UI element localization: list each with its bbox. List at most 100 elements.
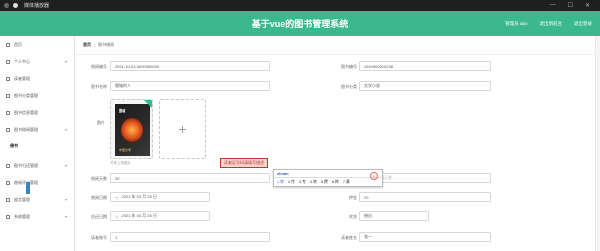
upload-hint: 书本上传图片 [110, 161, 131, 165]
category-icon [6, 93, 10, 98]
sidebar-item-label: 图书借阅管理 [14, 126, 38, 132]
book-no-field[interactable]: 1910900010238 [359, 61, 491, 71]
cover-art [121, 118, 143, 142]
return-date-value: 2021 年 04 月 25 日 [121, 213, 157, 218]
sidebar-item-borrowing[interactable]: 图书借阅管理 ▾ [0, 121, 74, 138]
upload-button[interactable]: + [159, 99, 206, 159]
deposit-label: 押金 [349, 195, 357, 200]
breadcrumb-separator: / [94, 42, 96, 48]
validation-tooltip: 读者证号码请填写描述 [220, 158, 268, 168]
reader-icon [6, 76, 10, 81]
sidebar-item-label: 图书分类管理 [14, 92, 38, 98]
category-label: 图书分类 [341, 84, 357, 89]
borrow-days-field[interactable]: 30 [110, 173, 270, 183]
book-no-value: 1910900010238 [364, 63, 393, 69]
exit-to-front-link[interactable]: 退出到前台 [540, 21, 563, 27]
window-title: 媒体播放器 [24, 3, 50, 9]
reader-no-label: 读者账号 [91, 235, 107, 240]
borrow-icon [6, 127, 10, 132]
ime-candidate[interactable]: 2.传 [288, 180, 295, 185]
reader-name-field[interactable]: 张一 [359, 232, 491, 242]
user-icon [6, 59, 10, 64]
sidebar-item-label: 借书 [10, 142, 18, 148]
sidebar-subitem-borrow[interactable]: 借书 [0, 138, 74, 153]
chevron-down-icon: ▾ [64, 197, 67, 202]
chevron-up-icon: ▾ [64, 127, 67, 132]
breadcrumb-current: 图书借阅 [98, 42, 115, 47]
cover-image[interactable]: 围城 中国文学 [110, 99, 153, 159]
borrow-no-label: 借阅编号 [91, 64, 107, 69]
return-icon [6, 163, 10, 168]
window-titlebar: 媒体播放器 — ☐ ✕ [0, 0, 600, 11]
minimize-button[interactable]: — [550, 2, 556, 9]
status-value: 借出 [364, 213, 372, 218]
book-cover-subtitle: 中国文学 [119, 148, 132, 152]
book-no-label: 图书编号 [341, 64, 357, 69]
breadcrumb-home[interactable]: 首页 [83, 42, 91, 48]
ime-logo-icon: S [370, 172, 378, 180]
borrow-no-value: 2021-10-03-0000000000 [115, 63, 160, 69]
scrollbar[interactable] [595, 36, 600, 251]
deposit-value: 20 [364, 194, 369, 200]
sidebar-item-messages[interactable]: 留言管理 ▾ [0, 191, 74, 208]
plus-icon: + [178, 121, 187, 137]
sidebar-item-readers[interactable]: 读者管理 [0, 70, 74, 87]
ime-composition: zhuan [274, 170, 382, 178]
sidebar-item-returns[interactable]: 图书归还管理 ▾ [0, 157, 74, 174]
ime-candidate-popup: zhuan 1.转 2.传 3.专 4.转 5.撰 6.砖 7.篆 S [273, 169, 383, 187]
logout-link[interactable]: 退出登录 [574, 21, 592, 27]
borrow-date-label: 借阅日期 [91, 195, 107, 200]
sidebar-item-categories[interactable]: 图书分类管理 [0, 87, 74, 104]
cover-label: 图片 [97, 120, 105, 125]
sidebar-item-label: 读者管理 [14, 75, 30, 81]
chevron-down-icon: ▾ [64, 163, 67, 168]
book-name-value: 围城的人 [115, 83, 131, 88]
reader-no-field[interactable]: 1 [110, 232, 270, 242]
reader-name-value: 张一 [364, 234, 372, 239]
sidebar-item-system[interactable]: 系统管理 ▾ [0, 208, 74, 225]
sidebar-item-label: 首页 [14, 41, 22, 47]
sidebar-item-label: 图书信息管理 [14, 109, 38, 115]
admin-user-link[interactable]: 管理员 abo [505, 21, 527, 27]
borrow-days-value: 30 [115, 175, 120, 181]
sidebar-item-label: 个人中心 [14, 58, 30, 64]
rating-icon [6, 180, 10, 185]
home-icon [6, 42, 10, 47]
ime-candidate[interactable]: 6.砖 [332, 180, 339, 185]
book-cover-title: 围城 [119, 109, 126, 113]
book-name-field[interactable]: 围城的人 [110, 81, 270, 91]
ime-candidate[interactable]: 7.篆 [343, 180, 350, 185]
borrow-date-value: 2021 年 03 月 25 日 [121, 194, 157, 199]
sidebar-item-home[interactable]: 首页 [0, 36, 74, 53]
close-button[interactable]: ✕ [585, 2, 590, 9]
calendar-icon: ◷ [115, 213, 119, 219]
sidebar-item-ratings[interactable]: 借阅评分管理 [0, 174, 74, 191]
ime-candidate[interactable]: 3.专 [299, 180, 306, 185]
deposit-field[interactable]: 20 [359, 192, 491, 202]
ime-candidate[interactable]: 5.撰 [321, 180, 328, 185]
status-field[interactable]: 借出 [359, 211, 429, 221]
category-value: 文学小说 [364, 83, 380, 88]
sidebar-item-books[interactable]: 图书信息管理 [0, 104, 74, 121]
app-header: 基于vue的图书管理系统 管理员 abo 退出到前台 退出登录 [0, 11, 600, 36]
reader-no-value: 1 [115, 234, 118, 240]
maximize-button[interactable]: ☐ [568, 2, 573, 9]
sidebar-item-personal[interactable]: 个人中心 ▾ [0, 53, 74, 70]
category-field[interactable]: 文学小说 [359, 81, 491, 91]
breadcrumb: 首页 / 图书借阅 [75, 36, 600, 55]
ime-candidate[interactable]: 4.转 [310, 180, 317, 185]
borrow-no-field[interactable]: 2021-10-03-0000000000 [110, 61, 270, 71]
ime-candidate[interactable]: 1.转 [277, 180, 284, 185]
play-icon[interactable] [13, 3, 18, 8]
status-label: 状态 [349, 214, 357, 219]
chevron-down-icon: ▾ [64, 214, 67, 219]
borrow-date-picker[interactable]: ◷ 2021 年 03 月 25 日 [110, 192, 210, 202]
borrow-days-label: 借阅天数 [91, 176, 107, 181]
book-cover-picture: 围城 中国文学 [115, 104, 150, 156]
return-date-picker[interactable]: ◷ 2021 年 04 月 25 日 [110, 211, 210, 221]
book-name-label: 图书名称 [91, 84, 107, 89]
return-date-label: 应还日期 [91, 214, 107, 219]
active-indicator [26, 182, 30, 194]
book-icon [6, 110, 10, 115]
sidebar-item-label: 留言管理 [14, 196, 30, 202]
